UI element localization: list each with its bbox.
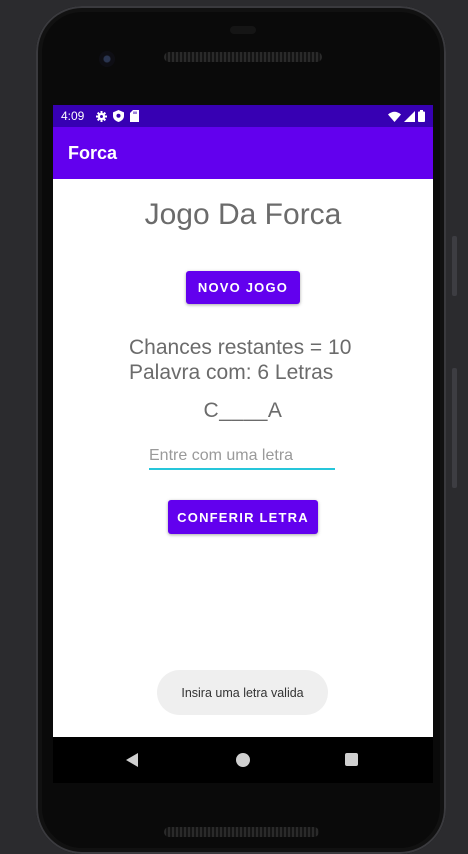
chances-remaining-text: Chances restantes = 10 <box>129 336 352 359</box>
navigation-bar <box>53 737 433 783</box>
word-length-text: Palavra com: 6 Letras <box>129 361 334 384</box>
sd-card-icon <box>130 110 140 122</box>
bottom-speaker <box>164 827 319 837</box>
earpiece-speaker <box>164 52 322 62</box>
check-letter-button[interactable]: CONFERIR LETRA <box>168 500 318 534</box>
game-title: Jogo Da Forca <box>144 198 342 231</box>
wifi-icon <box>388 111 401 122</box>
power-button[interactable] <box>452 368 457 488</box>
masked-word: C____A <box>203 399 283 422</box>
top-slot <box>230 26 256 34</box>
app-title: Forca <box>68 142 118 163</box>
recents-icon[interactable] <box>345 753 358 766</box>
signal-icon <box>404 110 415 122</box>
gear-icon <box>96 110 108 122</box>
toast-message: Insira uma letra valida <box>157 670 328 715</box>
app-screen: 4:09 Forca Jogo Da Forca NOVO JOGO Chanc… <box>53 105 433 737</box>
home-icon[interactable] <box>236 753 250 767</box>
status-time: 4:09 <box>61 109 85 123</box>
app-bar: Forca <box>53 127 433 179</box>
back-icon[interactable] <box>126 753 138 767</box>
new-game-button[interactable]: NOVO JOGO <box>186 271 300 304</box>
battery-icon <box>418 110 425 122</box>
volume-button[interactable] <box>452 236 457 296</box>
shield-icon <box>113 110 125 122</box>
letter-input[interactable] <box>149 444 335 470</box>
status-bar: 4:09 <box>53 105 433 127</box>
front-camera-icon <box>99 51 115 67</box>
